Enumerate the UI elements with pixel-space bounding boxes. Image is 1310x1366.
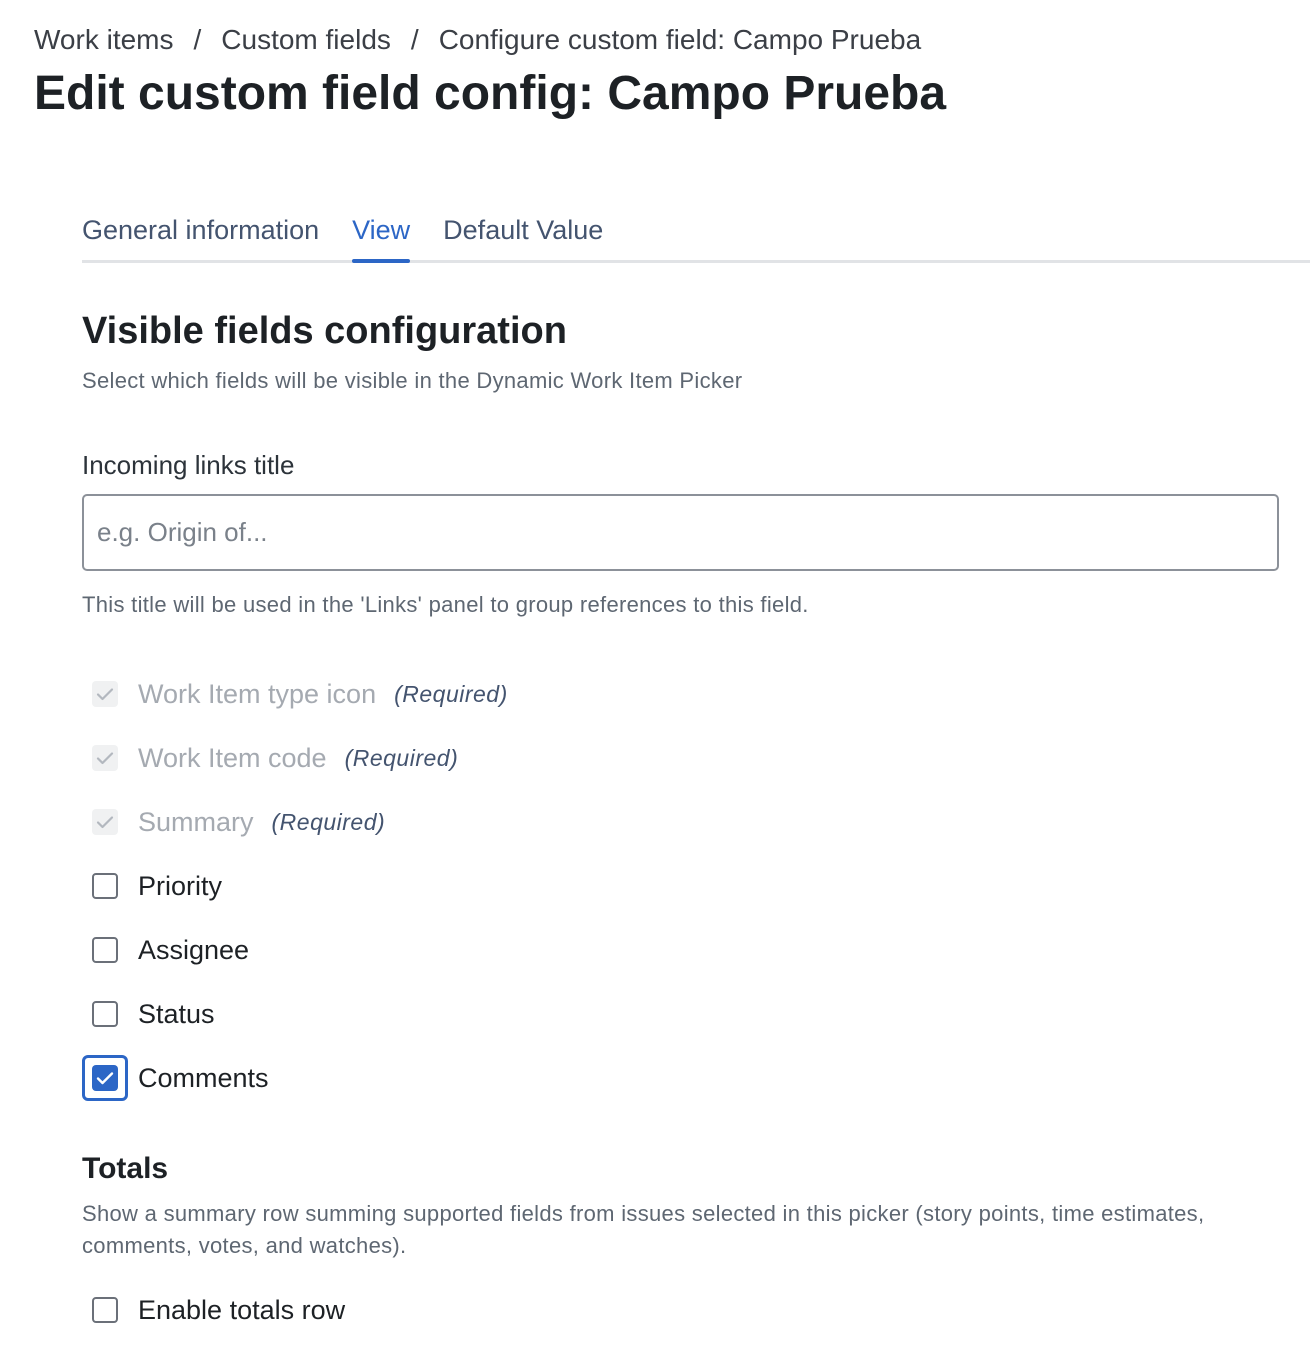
- field-option-work-item-type-icon: Work Item type icon (Required): [82, 670, 508, 718]
- visible-fields-title: Visible fields configuration: [82, 310, 567, 352]
- breadcrumb-separator: /: [193, 24, 202, 55]
- comments-checkbox[interactable]: [92, 1065, 118, 1091]
- enable-totals-row-option[interactable]: Enable totals row: [82, 1286, 345, 1334]
- tab-default-value[interactable]: Default Value: [443, 210, 603, 260]
- field-option-assignee[interactable]: Assignee: [82, 926, 249, 974]
- breadcrumb: Work items / Custom fields / Configure c…: [34, 24, 921, 56]
- status-checkbox[interactable]: [92, 1001, 118, 1027]
- enable-totals-row-checkbox[interactable]: [92, 1297, 118, 1323]
- field-option-label: Work Item type icon: [138, 678, 377, 709]
- tab-view[interactable]: View: [352, 210, 411, 263]
- tab-bar: General information View Default Value: [82, 210, 1310, 263]
- assignee-checkbox[interactable]: [92, 937, 118, 963]
- visible-fields-description: Select which fields will be visible in t…: [82, 368, 743, 393]
- field-option-label[interactable]: Comments: [138, 1063, 269, 1094]
- field-option-label[interactable]: Assignee: [138, 935, 249, 966]
- summary-checkbox: [92, 809, 118, 835]
- field-option-label: Summary: [138, 806, 254, 837]
- checkbox-wrapper: [82, 671, 128, 717]
- field-option-status[interactable]: Status: [82, 990, 215, 1038]
- checkbox-wrapper: [82, 863, 128, 909]
- breadcrumb-separator: /: [410, 24, 419, 55]
- checkbox-focus-ring: [82, 1055, 128, 1101]
- field-option-summary: Summary (Required): [82, 798, 385, 846]
- field-option-comments[interactable]: Comments: [82, 1054, 269, 1102]
- breadcrumb-custom-fields[interactable]: Custom fields: [221, 24, 391, 56]
- work-item-type-icon-checkbox: [92, 681, 118, 707]
- incoming-links-label: Incoming links title: [82, 450, 295, 480]
- totals-title: Totals: [82, 1152, 169, 1185]
- enable-totals-row-label[interactable]: Enable totals row: [138, 1295, 345, 1326]
- breadcrumb-configure-field[interactable]: Configure custom field: Campo Prueba: [439, 24, 921, 56]
- checkmark-icon: [96, 816, 114, 829]
- incoming-links-helper: This title will be used in the 'Links' p…: [82, 592, 809, 617]
- page-title: Edit custom field config: Campo Prueba: [34, 67, 947, 120]
- checkbox-wrapper: [82, 927, 128, 973]
- tab-general-information[interactable]: General information: [82, 210, 319, 260]
- priority-checkbox[interactable]: [92, 873, 118, 899]
- incoming-links-input[interactable]: [82, 494, 1279, 571]
- checkbox-wrapper: [82, 991, 128, 1037]
- checkbox-wrapper: [82, 799, 128, 845]
- checkmark-icon: [96, 688, 114, 701]
- field-option-label: Work Item code: [138, 742, 327, 773]
- field-option-priority[interactable]: Priority: [82, 862, 222, 910]
- totals-description: Show a summary row summing supported fie…: [82, 1201, 1205, 1258]
- required-note: (Required): [344, 744, 459, 771]
- field-option-label[interactable]: Status: [138, 999, 215, 1030]
- checkbox-wrapper: [82, 1287, 128, 1333]
- field-option-work-item-code: Work Item code (Required): [82, 734, 458, 782]
- field-option-label[interactable]: Priority: [138, 871, 222, 902]
- required-note: (Required): [271, 808, 386, 835]
- work-item-code-checkbox: [92, 745, 118, 771]
- checkbox-wrapper: [82, 735, 128, 781]
- breadcrumb-work-items[interactable]: Work items: [34, 24, 174, 56]
- checkmark-icon: [96, 752, 114, 765]
- checkmark-icon: [96, 1072, 114, 1085]
- required-note: (Required): [394, 680, 508, 707]
